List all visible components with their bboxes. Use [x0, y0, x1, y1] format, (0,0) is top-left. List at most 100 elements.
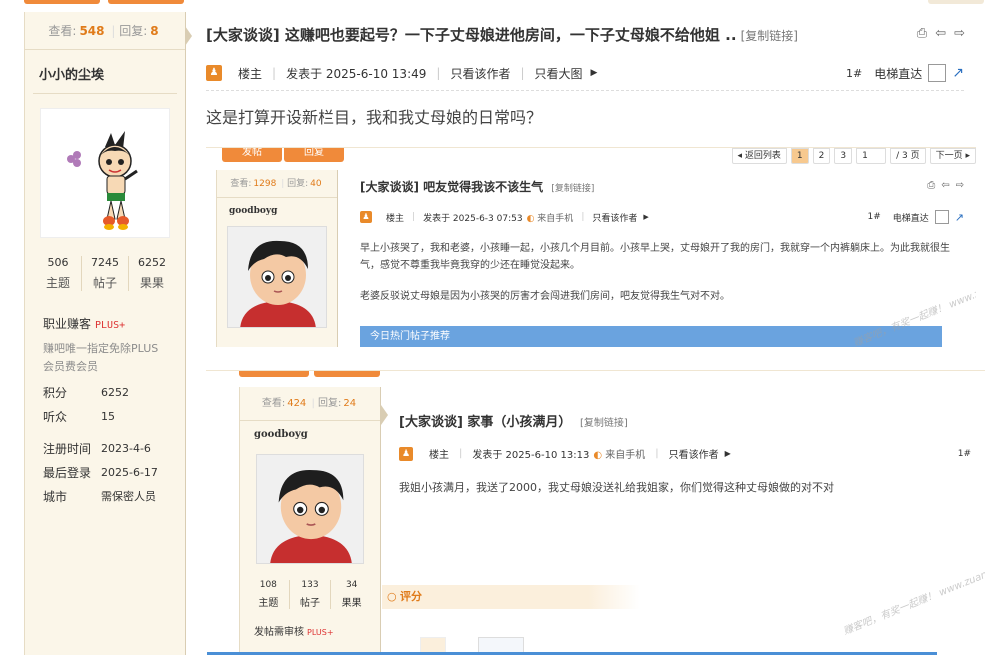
watermark: 赚客吧，有奖一起赚！ www.zuanke8.com — [841, 553, 985, 638]
post-content: 这是打算开设新栏目，我和我丈母娘的日常吗？ — [206, 108, 543, 127]
next-thread-icon[interactable]: ⇨ — [956, 180, 964, 191]
from-mobile: 来自手机 — [593, 446, 645, 461]
author-name[interactable]: 小小的尘埃 — [25, 50, 185, 83]
views-count: 548 — [79, 24, 105, 38]
post-time: 发表于 2025-6-10 13:49 — [286, 66, 427, 81]
page-total: / 3 页 — [890, 148, 926, 164]
elevator-label: 电梯直达 — [874, 66, 923, 81]
floor-number[interactable]: 1# — [958, 449, 971, 459]
post-meta: ♟ 楼主 | 发表于 2025-6-3 07:53 来自手机 | 只看该作者 ▶… — [360, 210, 964, 224]
replies-label: 回复: — [119, 24, 148, 38]
floor-jump-input[interactable] — [928, 64, 947, 82]
only-author-link[interactable]: 只看该作者 — [592, 211, 637, 224]
divider — [206, 90, 964, 91]
title-tools: ⎙ ⇦ ⇨ — [917, 26, 965, 41]
elevator-label: 电梯直达 — [892, 213, 929, 224]
author-counts: 506 主题 7245 帖子 6252 果果 — [35, 256, 175, 291]
posts-count[interactable]: 7245 帖子 — [82, 256, 129, 291]
thread-title: [大家谈谈] 家事（小孩满月） [复制链接] — [399, 415, 628, 430]
city-row: 城市 需保密人员 — [43, 490, 156, 504]
posts-count[interactable]: 133 帖子 — [290, 580, 332, 609]
page-link[interactable]: 2 — [812, 148, 831, 164]
rank-description: 赚吧唯一指定免除PLUS会员费会员 — [43, 342, 159, 373]
author-sidebar: 查看:424 | 回复:24 goodboyg 108主题 133帖子 — [239, 387, 381, 655]
post-content: 我姐小孩满月，我送了2000，我丈母娘没送礼给我姐家，你们觉得这种丈母娘做的对不… — [399, 481, 834, 494]
post-button-fragment[interactable] — [239, 371, 309, 377]
rating-bar[interactable]: 评分 — [382, 585, 640, 609]
last-login-row: 最后登录 2025-6-17 — [43, 466, 158, 480]
topics-count[interactable]: 506 主题 — [35, 256, 82, 291]
embedded-screenshot-1: 发帖 回复 ◂ 返回列表 1 2 3 1 / 3 页 下一页 ▸ 查看: 1298… — [206, 147, 976, 347]
title-arrow-icon — [381, 405, 388, 425]
author-tag-icon: ♟ — [206, 65, 222, 81]
avatar[interactable] — [227, 226, 327, 328]
author-rank: 发帖需审核 PLUS+ — [254, 627, 334, 638]
author-counts: 108 主题 133 帖子 34 果果 — [248, 580, 372, 609]
copy-link-button[interactable]: [复制链接] — [741, 29, 798, 43]
triangle-right-icon: ▶ — [724, 449, 731, 458]
post-meta: ♟ 楼主 | 发表于 2025-6-10 13:49 | 只看该作者 | 只看大… — [206, 64, 964, 82]
post-main: [大家谈谈] 这赚吧也要起号？一下子丈母娘进他房间，一下子丈母娘不给他姐 ..[… — [185, 12, 985, 655]
jump-icon[interactable]: ↗ — [952, 65, 964, 81]
topics-count[interactable]: 108 主题 — [248, 580, 290, 609]
author-name[interactable]: goodboyg — [240, 421, 380, 440]
avatar[interactable] — [256, 454, 364, 564]
points-row: 积分 6252 — [43, 386, 129, 400]
floor-number[interactable]: 1# — [846, 67, 862, 80]
post-time: 发表于 2025-6-10 13:13 — [472, 450, 590, 461]
divider — [33, 93, 177, 94]
prev-thread-icon[interactable]: ⇦ — [935, 26, 946, 41]
page-link[interactable]: 1 — [790, 148, 809, 164]
thread-stats: 查看: 548 | 回复: 8 — [25, 12, 185, 50]
plus-badge: PLUS+ — [95, 320, 126, 331]
thread-stats: 查看: 424 | 回复: 24 — [240, 387, 380, 421]
author-name[interactable]: goodboyg — [217, 198, 337, 216]
thread-title: [大家谈谈] 这赚吧也要起号？一下子丈母娘进他房间，一下子丈母娘不给他姐 ..[… — [206, 26, 798, 44]
post-meta: ♟ 楼主 | 发表于 2025-6-10 13:13 来自手机 | 只看该作者 … — [399, 446, 977, 461]
copy-link-button[interactable]: [复制链接] — [551, 184, 594, 194]
floor-jump-input[interactable] — [934, 210, 949, 224]
print-icon[interactable]: ⎙ — [927, 180, 935, 191]
from-mobile: 来自手机 — [527, 211, 573, 224]
print-icon[interactable]: ⎙ — [917, 26, 927, 41]
reg-row: 注册时间 2023-4-6 — [43, 442, 151, 456]
triangle-right-icon: ▶ — [590, 68, 598, 78]
only-author-link[interactable]: 只看该作者 — [669, 446, 719, 461]
reply-button[interactable]: 回复 — [284, 148, 344, 162]
post-button-fragment[interactable] — [24, 0, 100, 4]
avatar[interactable] — [40, 108, 170, 238]
copy-link-button[interactable]: [复制链接] — [580, 418, 628, 429]
reply-button-fragment[interactable] — [108, 0, 184, 4]
triangle-right-icon: ▶ — [643, 213, 649, 221]
floor-number[interactable]: 1# — [867, 212, 880, 222]
cartoon-boy-avatar-icon — [257, 455, 363, 563]
title-tools: ⎙ ⇦ ⇨ — [927, 180, 964, 191]
thread-title: [大家谈谈] 吧友觉得我该不该生气 [复制链接] — [360, 180, 595, 194]
author-tag-icon: ♟ — [360, 211, 372, 223]
listeners-row: 听众 15 — [43, 410, 115, 424]
post-button[interactable]: 发帖 — [222, 148, 282, 162]
jump-icon[interactable]: ↗ — [955, 211, 964, 224]
back-to-list[interactable]: ◂ 返回列表 — [731, 148, 787, 164]
replies-count: 8 — [150, 24, 159, 38]
page-input[interactable]: 1 — [856, 148, 887, 164]
plus-badge: PLUS+ — [307, 628, 334, 637]
next-page[interactable]: 下一页 ▸ — [929, 148, 976, 164]
prev-thread-icon[interactable]: ⇦ — [941, 180, 949, 191]
embedded-screenshot-2: 查看:424 | 回复:24 goodboyg 108主题 133帖子 — [206, 370, 985, 655]
next-page-fragment[interactable] — [928, 0, 984, 4]
page-link[interactable]: 3 — [834, 148, 853, 164]
pager: ◂ 返回列表 1 2 3 1 / 3 页 下一页 ▸ — [731, 148, 976, 164]
author-rank: 职业赚客 PLUS+ — [43, 317, 126, 331]
author-sidebar: 查看: 1298 | 回复: 40 goodboyg — [216, 170, 338, 347]
cartoon-boy-avatar-icon — [228, 227, 326, 327]
only-author-link[interactable]: 只看该作者 — [450, 65, 510, 82]
post-content: 早上小孩哭了，我和老婆，小孩睡一起，小孩几个月目前。小孩早上哭，丈母娘开了我的房… — [360, 243, 950, 302]
fruits-count[interactable]: 34 果果 — [331, 580, 372, 609]
fruits-count[interactable]: 6252 果果 — [129, 256, 175, 291]
big-image-link[interactable]: 只看大图 — [535, 65, 583, 82]
reply-button-fragment[interactable] — [314, 371, 380, 377]
astro-boy-avatar-icon — [67, 131, 138, 230]
next-thread-icon[interactable]: ⇨ — [954, 26, 965, 41]
author-tag-icon: ♟ — [399, 446, 413, 461]
